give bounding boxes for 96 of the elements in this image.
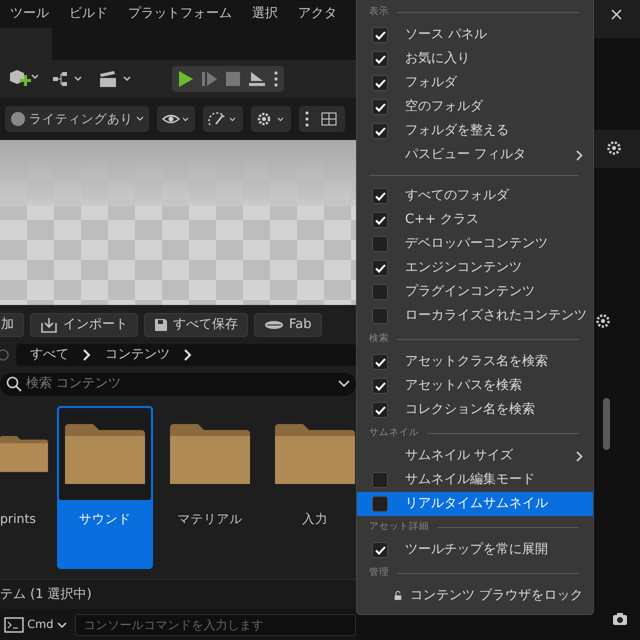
toolbar-button[interactable]: すべて保存 <box>144 313 248 337</box>
chevron-icon <box>576 150 583 160</box>
menu-item[interactable]: コンテンツ ブラウザをロック <box>357 584 593 608</box>
unlocked-icon <box>394 589 402 603</box>
menu-item[interactable]: プラグインコンテンツ <box>357 280 593 304</box>
chevron-icon <box>83 349 91 361</box>
checkbox[interactable] <box>372 308 388 324</box>
caret-icon <box>136 116 144 122</box>
menu-item[interactable]: デベロッパーコンテンツ <box>357 232 593 256</box>
checkbox[interactable] <box>372 99 388 115</box>
menu-item[interactable]: ローカライズされたコンテンツ <box>357 304 593 328</box>
checkbox[interactable] <box>372 123 388 139</box>
speed-icon[interactable] <box>203 106 243 132</box>
checkbox[interactable] <box>372 188 388 204</box>
menu-item[interactable]: アセットクラス名を検索 <box>357 350 593 374</box>
fab-logo <box>264 319 284 331</box>
toolbar-button[interactable]: 加 <box>0 313 24 337</box>
eject-icon[interactable] <box>248 71 266 87</box>
checkbox[interactable] <box>372 542 388 558</box>
layout-icon[interactable] <box>299 106 345 132</box>
search-icon <box>6 376 22 392</box>
menu-item[interactable]: 選択 <box>242 4 288 24</box>
menu-item[interactable]: リアルタイムサムネイル <box>357 492 593 516</box>
camera-icon[interactable] <box>612 612 628 626</box>
panel-header <box>593 130 640 168</box>
folder-icon <box>275 424 355 484</box>
menu-item[interactable]: C++ クラス <box>357 208 593 232</box>
menu-item[interactable]: ビルド <box>59 4 118 24</box>
folder-tile[interactable]: サウンド <box>57 406 153 569</box>
add-actor-icon[interactable] <box>8 69 38 89</box>
blueprint-icon[interactable] <box>52 71 84 87</box>
menu-item[interactable]: アクタ <box>288 4 347 24</box>
checkbox[interactable] <box>372 496 388 512</box>
chevron-icon <box>576 450 583 462</box>
panel-header <box>593 0 640 38</box>
play-icon[interactable] <box>178 70 194 88</box>
sphere-icon <box>10 111 26 127</box>
toolbar-button[interactable]: Fab <box>254 313 322 337</box>
close-icon[interactable] <box>611 9 622 20</box>
checkbox[interactable] <box>372 354 388 370</box>
breadcrumb-item[interactable]: すべて <box>30 345 69 365</box>
menu-item[interactable]: フォルダ <box>357 71 593 95</box>
menu-item[interactable]: すべてのフォルダ <box>357 184 593 208</box>
folder-tile[interactable]: prints <box>0 406 48 569</box>
menu-item[interactable]: フォルダを整える <box>357 119 593 143</box>
checkbox[interactable] <box>372 75 388 91</box>
checkbox[interactable] <box>372 212 388 228</box>
settings-icon[interactable] <box>606 140 622 156</box>
section-heading: 管理 <box>369 566 389 580</box>
folder-icon <box>65 424 145 484</box>
menu-item[interactable]: お気に入り <box>357 47 593 71</box>
menu-item[interactable]: 空のフォルダ <box>357 95 593 119</box>
toolbar-button[interactable]: インポート <box>30 313 138 337</box>
checkbox[interactable] <box>372 27 388 43</box>
section-heading: サムネイル <box>369 426 419 440</box>
menu-item[interactable]: プラットフォーム <box>118 4 242 24</box>
import-icon <box>40 317 58 333</box>
folder-tile[interactable]: マテリアル <box>162 406 258 569</box>
menu-item[interactable]: ツールチップを常に展開 <box>357 538 593 562</box>
search-field[interactable]: 検索 コンテンツ <box>0 372 356 396</box>
caret-icon[interactable] <box>338 379 350 389</box>
menu-item[interactable]: コレクション名を検索 <box>357 398 593 422</box>
breadcrumb-item[interactable]: コンテンツ <box>105 345 170 365</box>
checkbox[interactable] <box>372 51 388 67</box>
menu-item[interactable]: サムネイル サイズ <box>357 444 593 468</box>
more-icon[interactable] <box>274 71 278 87</box>
cmd-button[interactable]: Cmd <box>4 616 67 634</box>
eye-icon[interactable] <box>157 106 195 132</box>
section-heading: 検索 <box>369 332 389 346</box>
step-icon[interactable] <box>202 71 218 87</box>
save-icon <box>154 318 168 332</box>
menu-item[interactable]: ソース パネル <box>357 23 593 47</box>
checkbox[interactable] <box>372 284 388 300</box>
menu-item[interactable]: パスビュー フィルタ <box>357 143 593 167</box>
checkbox[interactable] <box>372 472 388 488</box>
checkbox[interactable] <box>372 402 388 418</box>
selection-status: テム (1 選択中) <box>0 586 92 604</box>
checkbox[interactable] <box>372 378 388 394</box>
chevron-icon <box>184 349 192 361</box>
scrollbar-thumb[interactable] <box>603 398 610 450</box>
menu-item[interactable]: ツール <box>0 4 59 24</box>
settings-icon[interactable] <box>251 106 291 132</box>
menu-item[interactable]: アセットパスを検索 <box>357 374 593 398</box>
console-input[interactable]: コンソールコマンドを入力します <box>74 614 356 636</box>
settings-icon[interactable] <box>595 313 611 329</box>
folder-tile[interactable]: 入力 <box>267 406 356 569</box>
terminal-icon <box>4 616 24 632</box>
checkbox[interactable] <box>372 236 388 252</box>
menu-item[interactable]: エンジンコンテンツ <box>357 256 593 280</box>
caret-icon <box>56 620 67 628</box>
section-heading: アセット詳細 <box>369 520 429 534</box>
section-heading: 表示 <box>369 4 389 19</box>
checkbox[interactable] <box>372 260 388 276</box>
folder-icon <box>170 424 250 484</box>
lighting-button[interactable]: ライティングあり <box>5 106 149 132</box>
menu-item[interactable]: サムネイル編集モード <box>357 468 593 492</box>
